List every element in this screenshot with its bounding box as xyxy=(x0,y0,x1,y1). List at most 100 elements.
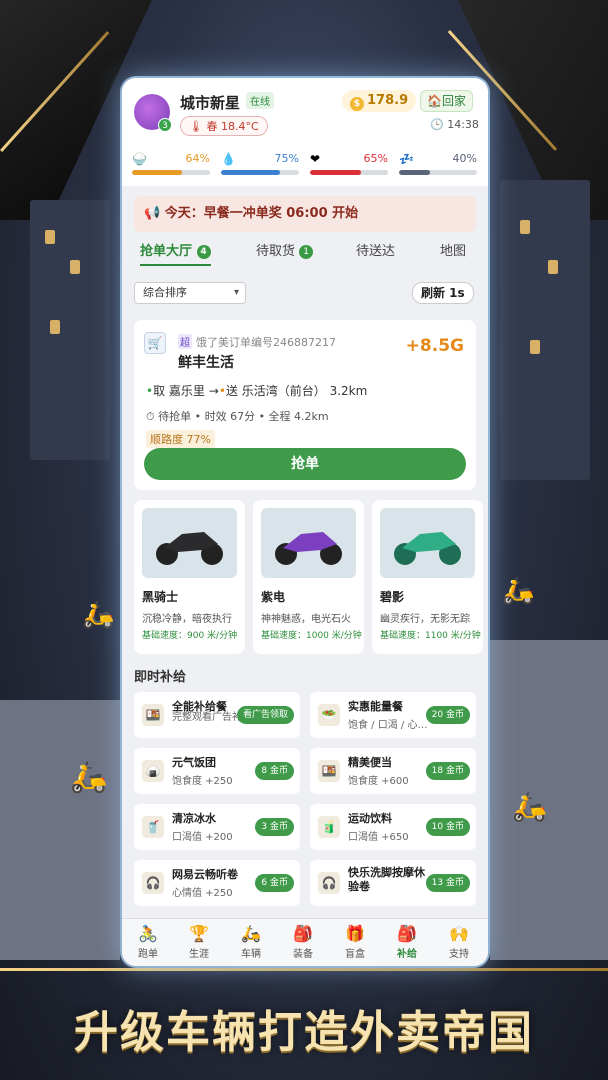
buy-button[interactable]: 8 金币 xyxy=(255,762,294,780)
stat-mood-bar xyxy=(310,170,388,175)
backpack-icon: 🎒 xyxy=(293,924,313,943)
coin-amount: 178.9 xyxy=(367,93,409,108)
supply-name: 精美便当 xyxy=(348,756,392,769)
vehicle-name: 碧影 xyxy=(380,590,405,604)
supply-effect: 饱食 / 口渴 / 心… xyxy=(348,720,428,731)
supply-name: 实惠能量餐 xyxy=(348,700,403,713)
stat-mood: ❤ 65% xyxy=(310,152,388,178)
home-icon: 🏠 xyxy=(427,94,442,108)
go-home-button[interactable]: 🏠回家 xyxy=(420,90,473,112)
nav-blind-box[interactable]: 🎁 盲盒 xyxy=(335,923,375,960)
motorcycle-icon xyxy=(156,532,223,565)
sports-drink-icon: 🧃 xyxy=(318,816,340,838)
headphones-icon: 🎧 xyxy=(142,872,164,894)
supply-effect: 口渴值 +650 xyxy=(348,832,409,843)
order-tabs: 抢单大厅 4 待取货 1 待送达 地图 xyxy=(122,238,488,270)
vehicle-description: 沉稳冷静，暗夜执行 xyxy=(142,614,232,625)
tab-badge: 4 xyxy=(196,245,211,259)
tab-order-hall[interactable]: 抢单大厅 4 xyxy=(140,238,211,266)
sort-selected: 综合排序 xyxy=(143,286,187,299)
trophy-icon: 🏆 xyxy=(189,924,209,943)
nav-equipment[interactable]: 🎒 装备 xyxy=(283,923,323,960)
vehicle-name: 紫电 xyxy=(261,590,286,604)
pickup-prefix: 取 xyxy=(153,384,166,398)
nav-vehicles[interactable]: 🛵 车辆 xyxy=(231,923,271,960)
bicycle-icon: 🚴 xyxy=(138,924,158,943)
supply-effect: 饱食度 +600 xyxy=(348,776,409,787)
stat-thirst-bar xyxy=(221,170,299,175)
stat-energy-bar xyxy=(399,170,477,175)
supply-item: 🍱 全能补给餐 完整观看广告补满 看广告领取 xyxy=(134,692,300,738)
buy-button[interactable]: 13 金币 xyxy=(425,874,470,892)
route-arrow: → xyxy=(208,384,219,398)
buy-button[interactable]: 10 金币 xyxy=(425,818,470,836)
buy-button[interactable]: 20 金币 xyxy=(425,706,470,724)
tab-pending-pickup[interactable]: 待取货 1 xyxy=(256,238,314,266)
timer-icon: ⏱ xyxy=(146,410,155,423)
profile-header: 3 城市新星 在线 🌡 春 18.4°C $178.9 🏠回家 🕒 14:38 … xyxy=(122,78,488,186)
order-meta-text: 待抢单 • 时效 67分 • 全程 4.2km xyxy=(158,410,329,423)
stat-hunger-value: 64% xyxy=(185,152,210,165)
grab-order-button[interactable]: 抢单 xyxy=(144,448,466,480)
window-light xyxy=(548,260,558,274)
weather-text: 春 18.4°C xyxy=(206,120,259,133)
bottom-nav: 🚴 跑单 🏆 生涯 🛵 车辆 🎒 装备 🎁 盲盒 🎒 补给 🙌 支持 xyxy=(122,918,488,966)
vehicle-card[interactable]: 紫电 神神魅惑，电光石火 基础速度：1000 米/分钟 xyxy=(253,500,364,654)
scooter-icon: 🛵 xyxy=(241,924,261,943)
nav-career[interactable]: 🏆 生涯 xyxy=(179,923,219,960)
salad-icon: 🥗 xyxy=(318,704,340,726)
nav-supplies[interactable]: 🎒 补给 xyxy=(387,923,427,960)
route-smoothness: 顺路度 77% xyxy=(146,430,215,448)
window-light xyxy=(70,260,80,274)
buy-button[interactable]: 18 金币 xyxy=(425,762,470,780)
megaphone-icon: 📢 xyxy=(144,206,161,221)
gift-box-icon: 🎁 xyxy=(345,924,365,943)
vehicle-card[interactable]: 碧影 幽灵疾行，无影无踪 基础速度：1100 米/分钟 xyxy=(372,500,483,654)
supply-section-title: 即时补给 xyxy=(134,670,187,685)
weather-badge: 🌡 春 18.4°C xyxy=(180,116,268,136)
nav-runs[interactable]: 🚴 跑单 xyxy=(128,923,168,960)
stat-hunger-fill xyxy=(132,170,182,175)
water-cup-icon: 🥤 xyxy=(142,816,164,838)
thermometer-icon: 🌡 xyxy=(189,120,203,133)
go-home-label: 回家 xyxy=(441,94,466,108)
motorcycle-icon xyxy=(275,532,342,565)
tab-map[interactable]: 地图 xyxy=(440,238,466,266)
stat-thirst: 💧 75% xyxy=(221,152,299,178)
nav-label: 补给 xyxy=(397,949,417,960)
vehicle-image xyxy=(380,508,475,578)
delivery-rider-icon: 🛵 xyxy=(70,760,108,795)
watch-ad-button[interactable]: 看广告领取 xyxy=(236,706,294,724)
stat-thirst-fill xyxy=(221,170,280,175)
tab-pending-delivery[interactable]: 待送达 xyxy=(356,238,395,266)
status-bars: 🍚 64% 💧 75% ❤ 65% 💤 40% xyxy=(132,152,478,178)
order-reward: +8.5G xyxy=(405,336,464,356)
game-clock: 🕒 14:38 xyxy=(430,118,479,131)
supply-item: 🥗 实惠能量餐 饱食 / 口渴 / 心… 20 金币 xyxy=(310,692,476,738)
stat-thirst-value: 75% xyxy=(274,152,299,165)
supply-name: 网易云畅听卷 xyxy=(172,868,238,881)
nav-support[interactable]: 🙌 支持 xyxy=(439,923,479,960)
supply-bag-icon: 🎒 xyxy=(397,924,417,943)
vehicle-name: 黑骑士 xyxy=(142,590,179,604)
store-name: 鲜丰生活 xyxy=(178,355,234,371)
stat-energy-fill xyxy=(399,170,431,175)
vehicle-card[interactable]: 黑骑士 沉稳冷静，暗夜执行 基础速度：900 米/分钟 xyxy=(134,500,245,654)
building xyxy=(30,200,110,460)
order-card[interactable]: 🛒 超 饿了美订单编号246887217 鲜丰生活 +8.5G • 取 嘉乐里 →… xyxy=(134,320,476,490)
window-light xyxy=(530,340,540,354)
level-badge: 3 xyxy=(158,118,172,132)
tab-label: 待取货 xyxy=(256,244,296,259)
vehicle-speed: 基础速度：900 米/分钟 xyxy=(142,631,238,641)
event-notice[interactable]: 📢 今天：早餐一冲单奖 06:00 开始 xyxy=(134,196,476,232)
buy-button[interactable]: 3 金币 xyxy=(255,818,294,836)
stat-energy: 💤 40% xyxy=(399,152,477,178)
motorcycle-icon xyxy=(394,532,461,565)
pickup-location: 嘉乐里 xyxy=(168,384,205,398)
buy-button[interactable]: 6 金币 xyxy=(255,874,294,892)
supply-item: 🥤 清凉冰水 口渴值 +200 3 金币 xyxy=(134,804,300,850)
vehicle-speed: 基础速度：1100 米/分钟 xyxy=(380,631,481,641)
sort-dropdown[interactable]: 综合排序 ▾ xyxy=(134,282,246,304)
promo-tagline: 升级车辆打造外卖帝国 xyxy=(74,1007,534,1058)
refresh-button[interactable]: 刷新 1s xyxy=(412,282,474,304)
